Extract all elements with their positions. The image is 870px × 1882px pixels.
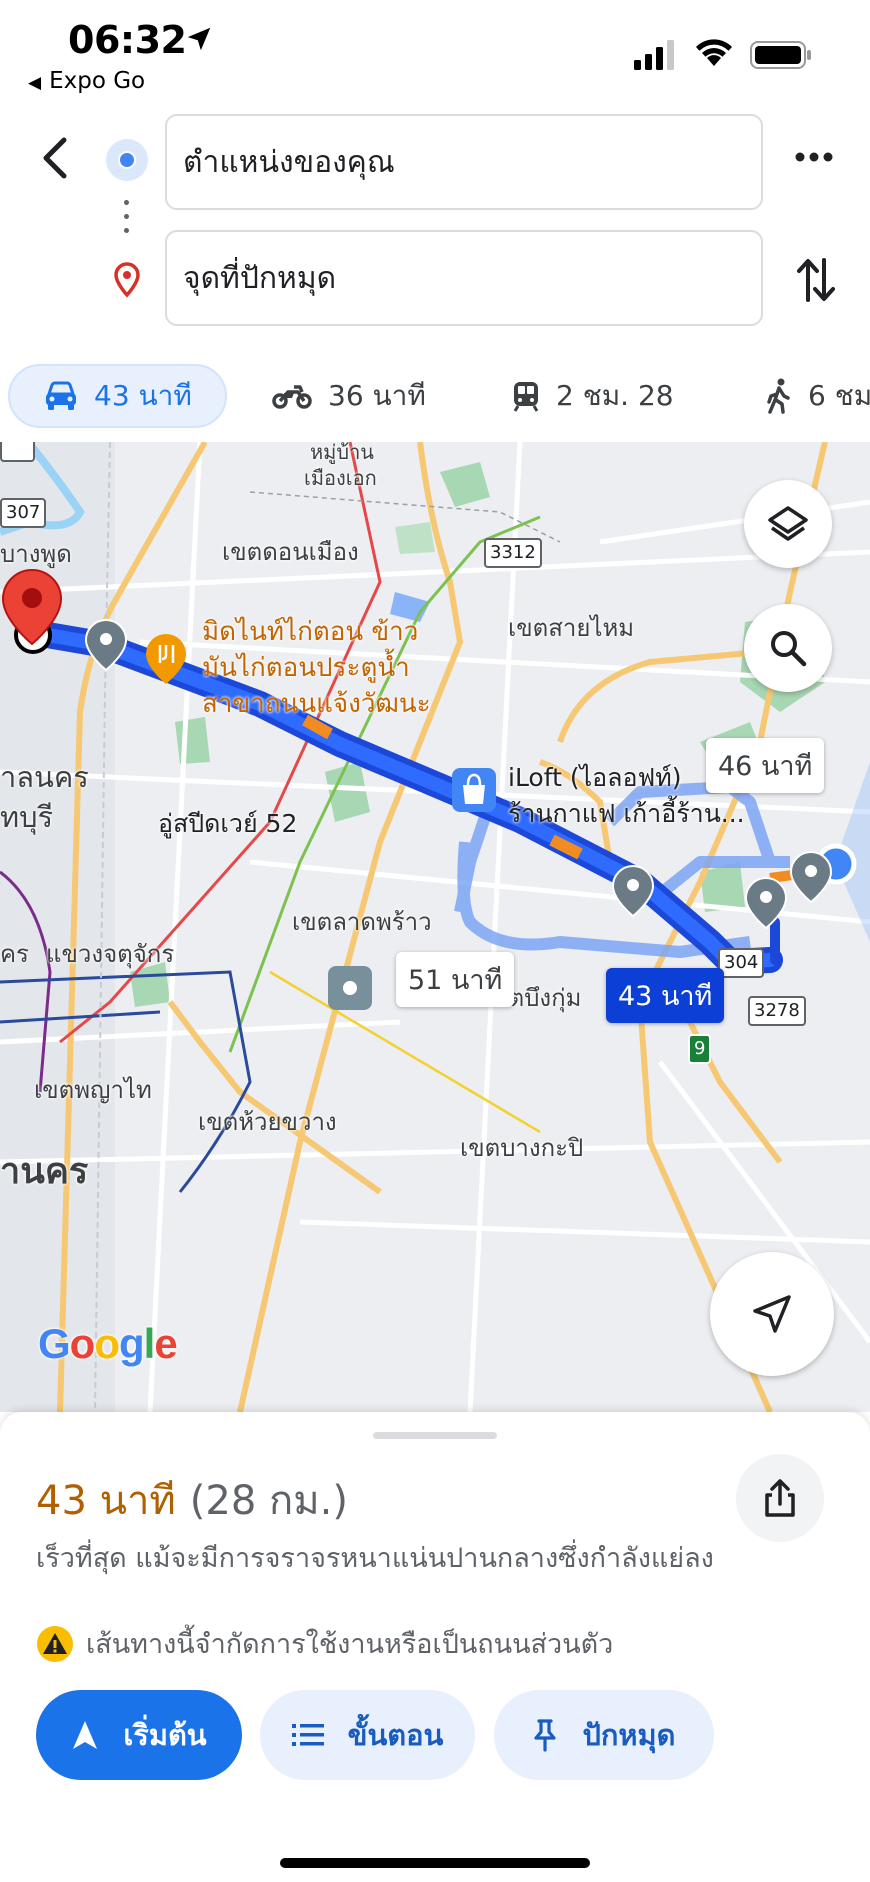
search-icon xyxy=(771,631,807,667)
road-shield-3278: 3278 xyxy=(748,996,806,1026)
walk-icon xyxy=(767,378,790,414)
warning-icon xyxy=(37,1625,73,1662)
map-search-button[interactable] xyxy=(744,604,832,692)
route-details-sheet: 43 นาที (28 กม.) เร็วที่สุด แม้จะมีการจรา… xyxy=(0,1412,870,1882)
poi-restaurant-line3: สาขาถนนแจ้งวัฒนะ xyxy=(202,689,431,719)
layers-button[interactable] xyxy=(744,480,832,568)
google-logo: Google xyxy=(38,1320,178,1367)
wifi-icon xyxy=(696,39,732,66)
route-summary: 43 นาที (28 กม.) xyxy=(36,1468,348,1532)
origin-dot-icon xyxy=(106,139,148,181)
steps-button[interactable]: ขั้นตอน xyxy=(260,1690,475,1780)
status-time: 06:32 xyxy=(68,18,187,62)
map-label-bang-kapi: เขตบางกะปิ xyxy=(460,1134,584,1162)
map-label-buri: ทบุรี xyxy=(0,800,54,834)
route-warning-text: เส้นทางนี้จำกัดการใช้งานหรือเป็นถนนส่วนต… xyxy=(86,1629,614,1660)
poi-speedway[interactable]: อู่สปีดเวย์ 52 xyxy=(158,806,297,842)
map-label-bangphut: บางพูด xyxy=(0,540,72,568)
location-arrow-icon xyxy=(187,27,211,51)
map-label-bkk: านคร xyxy=(0,1151,89,1192)
road-shield-top xyxy=(0,442,35,462)
tab-drive[interactable]: 43 นาที xyxy=(8,364,227,428)
swap-direction-icon[interactable] xyxy=(796,256,836,304)
poi-restaurant-line2: มันไก่ตอนประตูน้ำ xyxy=(202,653,410,683)
route-main-time[interactable]: 43 นาที xyxy=(606,968,725,1023)
road-shield-304: 304 xyxy=(718,948,765,978)
travel-mode-tabs: 43 นาที 36 นาที 2 ชม. 28 6 ชม xyxy=(0,356,870,442)
map-label-ladphrao: เขตลาดพร้าว xyxy=(292,908,432,936)
map-label-saimai: เขตสายไหม xyxy=(508,614,635,642)
more-options-icon[interactable] xyxy=(794,150,834,164)
back-to-app-link[interactable]: ◀ Expo Go xyxy=(28,68,145,94)
my-location-button[interactable] xyxy=(710,1252,834,1376)
pin-icon xyxy=(534,1719,557,1752)
road-shield-9: 9 xyxy=(688,1034,712,1064)
route-alt-time-51[interactable]: 51 นาที xyxy=(396,952,515,1007)
tab-motorcycle[interactable]: 36 นาที xyxy=(272,364,426,428)
poi-restaurant-line1: มิดไนท์ไก่ตอน ข้าว xyxy=(202,617,419,647)
share-button[interactable] xyxy=(736,1454,824,1542)
route-warning: เส้นทางนี้จำกัดการใช้งานหรือเป็นถนนส่วนต… xyxy=(36,1622,613,1665)
map-view[interactable]: หมู่บ้าน เมืองเอก เขตดอนเมือง เขตสายไหม … xyxy=(0,442,870,1412)
tab-transit[interactable]: 2 ชม. 28 xyxy=(512,364,674,428)
battery-icon xyxy=(750,41,811,69)
home-indicator[interactable] xyxy=(280,1858,590,1868)
navigation-arrow-icon xyxy=(753,1295,791,1333)
back-triangle-icon: ◀ xyxy=(28,73,42,93)
destination-input[interactable]: จุดที่ปักหมุด xyxy=(165,230,763,326)
tab-walk-label: 6 ชม xyxy=(808,379,870,412)
route-distance: (28 กม.) xyxy=(189,1478,348,1524)
navigation-icon xyxy=(73,1721,98,1749)
map-label-huai-khwang: เขตห้วยขวาง xyxy=(198,1108,337,1136)
route-description: เร็วที่สุด แม้จะมีการจราจรหนาแน่นปานกลาง… xyxy=(36,1543,714,1574)
destination-pin-icon xyxy=(114,262,140,298)
poi-restaurant[interactable]: มิดไนท์ไก่ตอน ข้าว มันไก่ตอนประตูน้ำ สาข… xyxy=(202,614,431,722)
map-label-donmueang: เขตดอนเมือง xyxy=(222,538,359,566)
road-shield-307: 307 xyxy=(0,498,47,528)
motorcycle-icon xyxy=(272,385,312,409)
back-arrow-icon[interactable] xyxy=(30,130,80,186)
sheet-drag-handle[interactable] xyxy=(373,1432,497,1439)
layers-icon xyxy=(768,506,808,541)
tab-walk[interactable]: 6 ชม xyxy=(766,364,870,428)
connector-dots xyxy=(124,200,130,242)
back-app-label: Expo Go xyxy=(49,68,146,94)
pin-button[interactable]: ปักหมุด xyxy=(494,1690,714,1780)
map-label-phaya-thai: เขตพญาไท xyxy=(34,1076,152,1104)
tab-transit-label: 2 ชม. 28 xyxy=(556,379,674,412)
share-icon xyxy=(765,1479,795,1517)
list-icon xyxy=(291,1724,324,1746)
poi-shop-line2: ร้านกาแฟ เก้าอี้ร้าน... xyxy=(508,799,745,828)
steps-button-label: ขั้นตอน xyxy=(347,1718,444,1752)
start-button[interactable]: เริ่มต้น xyxy=(36,1690,242,1780)
map-label-ru: ุคร xyxy=(0,940,29,968)
car-icon xyxy=(46,381,76,410)
road-shield-3312: 3312 xyxy=(484,538,542,568)
pin-button-label: ปักหมุด xyxy=(582,1718,676,1752)
map-label-chatuchak: แขวงจตุจักร xyxy=(46,940,175,968)
route-alt-time-46[interactable]: 46 นาที xyxy=(706,738,825,793)
map-label-area1b: เมืองเอก xyxy=(304,466,377,490)
start-button-label: เริ่มต้น xyxy=(123,1718,207,1752)
status-bar: 06:32 ◀ Expo Go xyxy=(0,0,870,106)
cellular-signal-icon xyxy=(634,40,674,70)
train-icon xyxy=(513,382,539,412)
tab-motorcycle-label: 36 นาที xyxy=(328,379,426,412)
origin-input[interactable]: ตำแหน่งของคุณ xyxy=(165,114,763,210)
route-duration: 43 นาที xyxy=(36,1478,176,1524)
tab-drive-label: 43 นาที xyxy=(94,379,192,412)
